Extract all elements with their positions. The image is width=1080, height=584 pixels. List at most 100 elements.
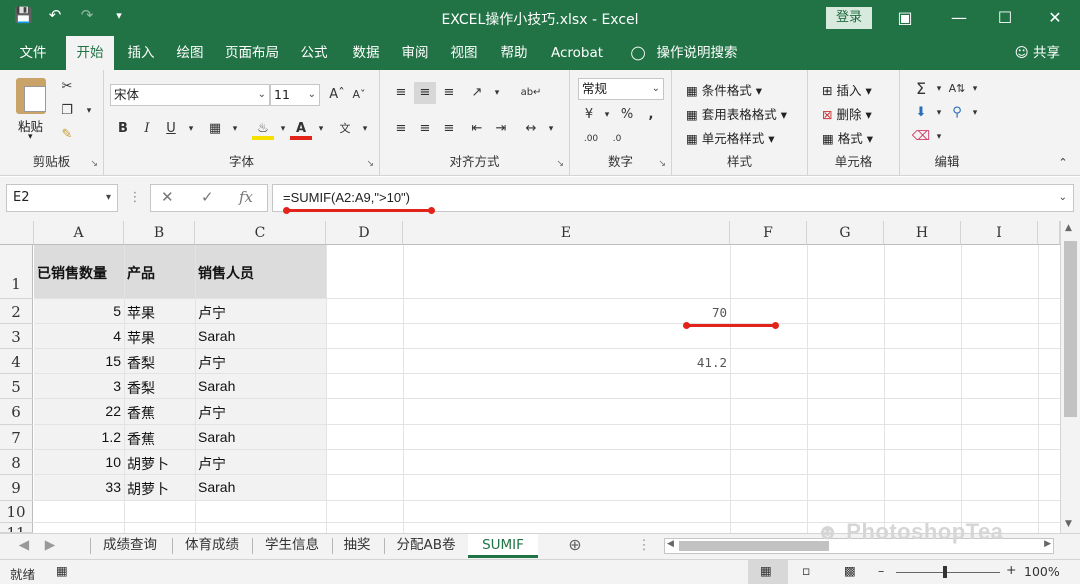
row-header-1[interactable]: 1 [0, 245, 33, 299]
cell-a7[interactable]: 1.2 [34, 429, 121, 445]
cell-b2[interactable]: 苹果 [127, 303, 155, 323]
column-header-h[interactable]: H [884, 221, 961, 245]
column-header-a[interactable]: A [34, 221, 124, 245]
cell-a1[interactable]: 已销售数量 [37, 263, 107, 283]
cell-b9[interactable]: 胡萝卜 [127, 479, 169, 499]
maximize-icon[interactable]: ☐ [982, 0, 1028, 36]
clear-dropdown-icon[interactable]: ▾ [928, 126, 950, 148]
orientation-icon[interactable]: ↗ [466, 82, 488, 104]
cell-b4[interactable]: 香梨 [127, 353, 155, 373]
cell-c4[interactable]: 卢宁 [198, 353, 226, 373]
tab-help[interactable]: 帮助 [494, 36, 534, 70]
cell-c1[interactable]: 销售人员 [198, 263, 254, 283]
close-icon[interactable]: ✕ [1032, 0, 1078, 36]
phonetic-dropdown-icon[interactable]: ▾ [354, 118, 376, 140]
next-sheet-icon[interactable]: ▶ [40, 534, 60, 558]
cell-a6[interactable]: 22 [34, 403, 121, 419]
cut-icon[interactable]: ✂ [56, 76, 78, 98]
sheet-tab-choujiang[interactable]: 抽奖 [336, 534, 378, 558]
conditional-formatting-button[interactable]: ▦ 条件格式 ▾ [686, 80, 762, 99]
row-header-2[interactable]: 2 [0, 299, 33, 324]
sheet-tab-chengji[interactable]: 成绩查询 [94, 534, 166, 558]
format-painter-icon[interactable]: ✎ [56, 124, 78, 146]
decrease-decimal-icon[interactable]: .0 [606, 128, 628, 150]
vertical-scroll-thumb[interactable] [1064, 241, 1077, 417]
cell-a3[interactable]: 4 [34, 328, 121, 344]
zoom-out-icon[interactable]: – [878, 563, 884, 578]
undo-icon[interactable]: ↶ [46, 6, 64, 24]
borders-icon[interactable]: ▦ [204, 118, 226, 140]
zoom-in-icon[interactable]: + [1006, 562, 1016, 577]
cell-c2[interactable]: 卢宁 [198, 303, 226, 323]
tab-page-layout[interactable]: 页面布局 [220, 36, 284, 70]
font-launcher-icon[interactable]: ↘ [366, 159, 374, 169]
row-header-11[interactable]: 11 [0, 523, 33, 533]
row-header-8[interactable]: 8 [0, 450, 33, 475]
underline-button[interactable]: U [160, 118, 182, 140]
format-as-table-button[interactable]: ▦ 套用表格格式 ▾ [686, 104, 787, 123]
font-size-select[interactable]: 11 ⌄ [270, 84, 320, 106]
cancel-icon[interactable]: ✕ [161, 188, 174, 206]
row-header-5[interactable]: 5 [0, 374, 33, 399]
add-sheet-icon[interactable]: ⊕ [562, 534, 588, 558]
more-options-icon[interactable]: ⋮ [124, 187, 146, 209]
align-middle-icon[interactable]: ≡ [414, 82, 436, 104]
align-top-icon[interactable]: ≡ [390, 82, 412, 104]
decrease-indent-icon[interactable]: ⇤ [466, 118, 488, 140]
font-color-dropdown-icon[interactable]: ▾ [310, 118, 332, 140]
formula-input[interactable]: =SUMIF(A2:A9,">10") ⌄ [272, 184, 1074, 212]
enter-icon[interactable]: ✓ [201, 188, 214, 206]
cell-b8[interactable]: 胡萝卜 [127, 454, 169, 474]
cell-c7[interactable]: Sarah [198, 429, 235, 445]
format-cells-button[interactable]: ▦ 格式 ▾ [822, 128, 873, 147]
font-name-select[interactable]: 宋体 ⌄ [110, 84, 270, 106]
copy-icon[interactable]: ❐ [56, 100, 78, 122]
row-header-6[interactable]: 6 [0, 399, 33, 425]
increase-decimal-icon[interactable]: .00 [580, 128, 602, 150]
collapse-ribbon-icon[interactable]: ⌃ [1052, 152, 1074, 174]
save-icon[interactable]: 💾 [14, 6, 33, 24]
shrink-font-icon[interactable]: Aˇ [348, 84, 370, 106]
column-header-j[interactable] [1038, 221, 1060, 245]
number-format-select[interactable]: 常规 ⌄ [578, 78, 664, 100]
cell-c6[interactable]: 卢宁 [198, 403, 226, 423]
paste-icon[interactable] [16, 78, 46, 114]
scroll-right-icon[interactable]: ▶ [1044, 539, 1051, 549]
tab-acrobat[interactable]: Acrobat [544, 36, 610, 70]
row-header-9[interactable]: 9 [0, 475, 33, 501]
sort-dropdown-icon[interactable]: ▾ [964, 78, 986, 100]
login-button[interactable]: 登录 [826, 7, 872, 29]
sheet-tab-xuesheng[interactable]: 学生信息 [256, 534, 328, 558]
cell-e4[interactable]: 41.2 [403, 355, 727, 370]
fill-color-icon[interactable]: ♨ [252, 118, 274, 140]
tab-file[interactable]: 文件 [8, 36, 58, 70]
bold-button[interactable]: B [112, 118, 134, 140]
page-break-view-icon[interactable]: ▩ [844, 563, 856, 578]
number-launcher-icon[interactable]: ↘ [658, 159, 666, 169]
tell-me-search[interactable]: 操作说明搜索 [652, 36, 742, 70]
cell-styles-button[interactable]: ▦ 单元格样式 ▾ [686, 128, 775, 147]
underline-dropdown-icon[interactable]: ▾ [180, 118, 202, 140]
customize-qat-icon[interactable]: ▾ [110, 9, 128, 22]
align-center-icon[interactable]: ≡ [414, 118, 436, 140]
row-header-7[interactable]: 7 [0, 425, 33, 450]
cell-a2[interactable]: 5 [34, 303, 121, 319]
clipboard-launcher-icon[interactable]: ↘ [90, 159, 98, 169]
delete-cells-button[interactable]: ⊠ 删除 ▾ [822, 104, 872, 123]
normal-view-icon[interactable]: ▦ [760, 563, 772, 578]
percent-icon[interactable]: % [616, 104, 638, 126]
copy-dropdown-icon[interactable]: ▾ [78, 100, 100, 122]
cell-c3[interactable]: Sarah [198, 328, 235, 344]
horizontal-scroll-thumb[interactable] [679, 541, 829, 551]
insert-cells-button[interactable]: ⊞ 插入 ▾ [822, 80, 872, 99]
cell-e2[interactable]: 70 [403, 305, 727, 320]
cell-b6[interactable]: 香蕉 [127, 403, 155, 423]
row-header-10[interactable]: 10 [0, 501, 33, 523]
italic-button[interactable]: I [136, 118, 158, 140]
paste-dropdown-icon[interactable]: ▾ [28, 132, 33, 142]
orientation-dropdown-icon[interactable]: ▾ [486, 82, 508, 104]
cell-a5[interactable]: 3 [34, 378, 121, 394]
tab-draw[interactable]: 绘图 [168, 36, 212, 70]
column-header-b[interactable]: B [124, 221, 195, 245]
find-dropdown-icon[interactable]: ▾ [964, 102, 986, 124]
